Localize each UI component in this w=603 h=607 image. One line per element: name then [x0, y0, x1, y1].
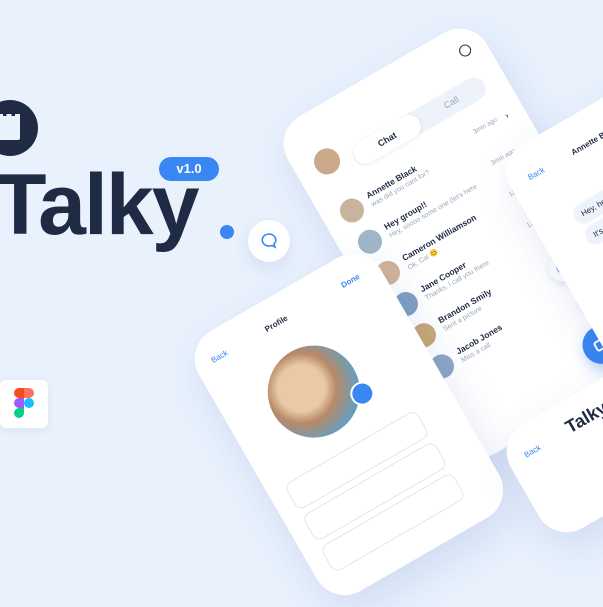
- back-button[interactable]: Back: [210, 348, 230, 365]
- timestamp: 3min ago: [471, 116, 499, 136]
- figma-icon: [0, 380, 48, 428]
- back-button[interactable]: Back: [523, 443, 543, 460]
- page-title: Profile: [263, 313, 290, 334]
- user-avatar[interactable]: [309, 143, 345, 180]
- version-badge: v1.0: [159, 157, 219, 181]
- chevron-right-icon: ›: [502, 110, 511, 121]
- avatar: [335, 194, 369, 227]
- contact-name: Annette Black: [569, 122, 603, 158]
- chat-bubble-icon[interactable]: [248, 220, 290, 262]
- logo-icon: [0, 100, 38, 156]
- back-button[interactable]: Back: [526, 165, 546, 182]
- search-icon[interactable]: [456, 42, 474, 59]
- done-button[interactable]: Done: [339, 272, 361, 290]
- brand-title-small: Talky.: [561, 395, 603, 438]
- brand-dot: [220, 225, 234, 239]
